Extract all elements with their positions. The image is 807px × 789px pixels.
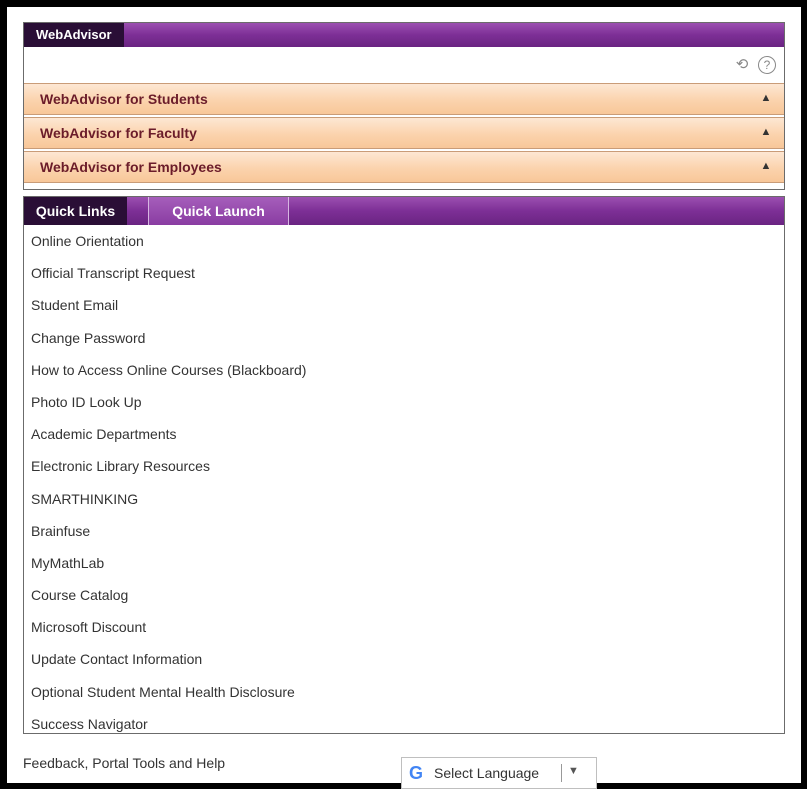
chevron-up-icon[interactable]: ▲: [760, 160, 772, 172]
tab-quick-links[interactable]: Quick Links: [24, 197, 127, 225]
google-g-icon: G: [409, 763, 424, 783]
accordion-label: WebAdvisor for Students: [40, 91, 208, 107]
accordion-label: WebAdvisor for Employees: [40, 159, 222, 175]
quick-link[interactable]: Electronic Library Resources: [24, 450, 784, 482]
portlet-toolbar: ⟲ ?: [24, 47, 784, 83]
quick-link[interactable]: Optional Student Mental Health Disclosur…: [24, 676, 784, 708]
quick-link[interactable]: Student Email: [24, 289, 784, 321]
quick-link[interactable]: Photo ID Look Up: [24, 386, 784, 418]
chevron-up-icon[interactable]: ▲: [760, 92, 772, 104]
quick-link[interactable]: Success Navigator: [24, 708, 784, 740]
tab-quick-launch[interactable]: Quick Launch: [148, 197, 289, 225]
quick-link[interactable]: Microsoft Discount: [24, 611, 784, 643]
quick-links-list: Online Orientation Official Transcript R…: [24, 225, 784, 740]
chevron-up-icon[interactable]: ▲: [760, 126, 772, 138]
quicklinks-portlet: Quick Links Quick Launch Online Orientat…: [23, 196, 785, 734]
quick-link[interactable]: Course Catalog: [24, 579, 784, 611]
quick-link[interactable]: Change Password: [24, 322, 784, 354]
refresh-icon[interactable]: ⟲: [734, 57, 750, 73]
webadvisor-portlet: WebAdvisor ⟲ ? WebAdvisor for Students ▲…: [23, 22, 785, 190]
help-icon[interactable]: ?: [758, 56, 776, 74]
quick-link[interactable]: Online Orientation: [24, 225, 784, 257]
quick-link[interactable]: Official Transcript Request: [24, 257, 784, 289]
quicklinks-tabbar: Quick Links Quick Launch: [24, 197, 784, 225]
quick-link[interactable]: How to Access Online Courses (Blackboard…: [24, 354, 784, 386]
quick-link[interactable]: Update Contact Information: [24, 643, 784, 675]
accordion-label: WebAdvisor for Faculty: [40, 125, 197, 141]
quick-link[interactable]: Academic Departments: [24, 418, 784, 450]
quick-link[interactable]: SMARTHINKING: [24, 483, 784, 515]
quick-link[interactable]: MyMathLab: [24, 547, 784, 579]
feedback-link[interactable]: Feedback, Portal Tools and Help: [23, 755, 225, 771]
accordion-employees[interactable]: WebAdvisor for Employees ▲: [24, 151, 784, 183]
dropdown-arrow-icon[interactable]: ▼: [568, 765, 579, 777]
language-select-label: Select Language: [434, 765, 540, 781]
accordion-students[interactable]: WebAdvisor for Students ▲: [24, 83, 784, 115]
accordion-faculty[interactable]: WebAdvisor for Faculty ▲: [24, 117, 784, 149]
webadvisor-tabbar: WebAdvisor: [24, 23, 784, 47]
divider: [561, 764, 562, 782]
language-select[interactable]: G Select Language ▼: [401, 757, 597, 789]
page-frame: WebAdvisor ⟲ ? WebAdvisor for Students ▲…: [7, 7, 801, 789]
webadvisor-tab[interactable]: WebAdvisor: [24, 23, 124, 47]
quick-link[interactable]: Brainfuse: [24, 515, 784, 547]
